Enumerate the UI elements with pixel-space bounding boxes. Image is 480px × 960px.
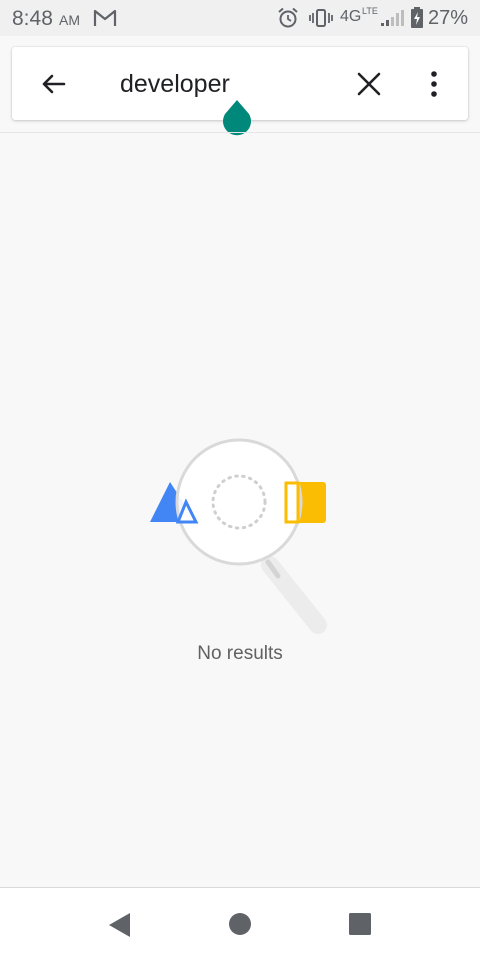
network-sub: LTE: [362, 6, 378, 16]
arrow-left-icon: [34, 74, 74, 105]
clear-search-button[interactable]: [352, 67, 386, 101]
no-results-message: No results: [197, 643, 283, 664]
nav-back-button[interactable]: [106, 911, 134, 939]
close-icon: [352, 72, 386, 105]
status-ampm: AM: [59, 12, 80, 28]
more-options-button[interactable]: [422, 67, 446, 101]
search-input[interactable]: developer: [120, 67, 340, 101]
signal-icon: [380, 9, 404, 32]
no-results-illustration: [140, 430, 340, 645]
gmail-icon: [93, 9, 117, 32]
battery-percentage: 27%: [428, 7, 469, 29]
triangle-back-icon: [106, 913, 134, 943]
text-cursor-handle[interactable]: [221, 100, 253, 145]
header-divider: [0, 132, 480, 133]
circle-home-icon: [227, 913, 253, 941]
alarm-icon: [277, 7, 299, 34]
square-recents-icon: [347, 913, 373, 941]
back-button[interactable]: [34, 67, 74, 101]
status-time: 8:48: [12, 7, 53, 30]
navigation-bar: [0, 888, 480, 960]
nav-recents-button[interactable]: [347, 911, 373, 937]
status-bar: 8:48 AM 4G LTE 27%: [0, 0, 480, 36]
battery-icon: [410, 7, 424, 34]
nav-home-button[interactable]: [227, 911, 253, 937]
vibrate-icon: [309, 8, 333, 33]
screen: 8:48 AM 4G LTE 27% developer No results: [0, 0, 480, 960]
network-type: 4G: [340, 8, 362, 25]
more-vert-icon: [422, 71, 446, 105]
